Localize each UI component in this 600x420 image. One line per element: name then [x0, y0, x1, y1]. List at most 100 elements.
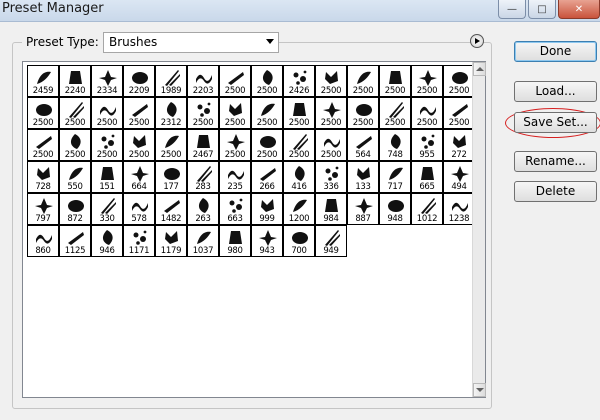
brush-preset-tile[interactable]: 728: [27, 161, 59, 193]
flyout-menu-icon[interactable]: [470, 34, 484, 48]
brush-preset-tile[interactable]: 564: [347, 129, 379, 161]
vertical-scrollbar[interactable]: [472, 62, 486, 397]
brush-preset-tile[interactable]: 2203: [187, 65, 219, 97]
close-button[interactable]: ✕: [558, 0, 600, 19]
brush-preset-tile[interactable]: 2500: [283, 129, 315, 161]
brush-preset-tile[interactable]: 887: [347, 193, 379, 225]
brush-preset-tile[interactable]: 2500: [443, 65, 475, 97]
brush-preset-tile[interactable]: 2500: [27, 97, 59, 129]
title-bar: Preset Manager — □ ✕: [0, 0, 600, 22]
brush-preset-tile[interactable]: 2500: [91, 97, 123, 129]
brush-preset-tile[interactable]: 949: [315, 225, 347, 257]
brush-preset-tile[interactable]: 2500: [251, 97, 283, 129]
done-button[interactable]: Done: [514, 41, 597, 62]
brush-preset-tile[interactable]: 2426: [283, 65, 315, 97]
brush-preset-tile[interactable]: 263: [187, 193, 219, 225]
minimize-button[interactable]: —: [498, 0, 526, 19]
preset-list[interactable]: 2459 2240 2334 2209 1989 2203 2500 2500 2426 2500…: [22, 61, 486, 398]
brush-preset-tile[interactable]: 943: [251, 225, 283, 257]
maximize-button[interactable]: □: [528, 0, 556, 19]
brush-preset-tile[interactable]: 151: [91, 161, 123, 193]
brush-preset-tile[interactable]: 2500: [123, 129, 155, 161]
brush-preset-tile[interactable]: 2500: [443, 97, 475, 129]
brush-preset-tile[interactable]: 2500: [315, 65, 347, 97]
brush-preset-tile[interactable]: 2500: [411, 65, 443, 97]
brush-preset-tile[interactable]: 416: [283, 161, 315, 193]
brush-preset-tile[interactable]: 2500: [27, 129, 59, 161]
brush-preset-tile[interactable]: 2500: [411, 97, 443, 129]
delete-button[interactable]: Delete: [514, 181, 597, 202]
load-button[interactable]: Load...: [514, 81, 597, 102]
brush-preset-tile[interactable]: 2500: [379, 65, 411, 97]
brush-preset-tile[interactable]: 2500: [59, 97, 91, 129]
brush-preset-tile[interactable]: 2500: [219, 97, 251, 129]
brush-preset-tile[interactable]: 2500: [315, 97, 347, 129]
brush-preset-tile[interactable]: 1200: [283, 193, 315, 225]
brush-size-label: 2500: [256, 118, 278, 128]
preset-type-select[interactable]: Brushes: [103, 32, 279, 53]
brush-preset-tile[interactable]: 2467: [187, 129, 219, 161]
brush-preset-tile[interactable]: 663: [219, 193, 251, 225]
scroll-up-icon[interactable]: [473, 62, 486, 76]
brush-preset-tile[interactable]: 1238: [443, 193, 475, 225]
brush-preset-tile[interactable]: 2500: [347, 65, 379, 97]
brush-preset-tile[interactable]: 578: [123, 193, 155, 225]
brush-preset-tile[interactable]: 984: [315, 193, 347, 225]
brush-preset-tile[interactable]: 1179: [155, 225, 187, 257]
brush-preset-tile[interactable]: 550: [59, 161, 91, 193]
brush-preset-tile[interactable]: 665: [411, 161, 443, 193]
brush-preset-tile[interactable]: 2500: [59, 129, 91, 161]
brush-preset-tile[interactable]: 2500: [315, 129, 347, 161]
brush-preset-tile[interactable]: 2500: [379, 97, 411, 129]
brush-preset-tile[interactable]: 2500: [91, 129, 123, 161]
brush-size-label: 665: [419, 182, 435, 192]
brush-preset-tile[interactable]: 980: [219, 225, 251, 257]
brush-preset-tile[interactable]: 283: [187, 161, 219, 193]
brush-preset-tile[interactable]: 1012: [411, 193, 443, 225]
brush-preset-tile[interactable]: 1171: [123, 225, 155, 257]
brush-preset-tile[interactable]: 797: [27, 193, 59, 225]
brush-preset-tile[interactable]: 2500: [251, 129, 283, 161]
brush-tip-icon: [325, 71, 338, 84]
brush-preset-tile[interactable]: 2459: [27, 65, 59, 97]
brush-preset-tile[interactable]: 235: [219, 161, 251, 193]
brush-preset-tile[interactable]: 2334: [91, 65, 123, 97]
brush-preset-tile[interactable]: 2500: [187, 97, 219, 129]
brush-preset-tile[interactable]: 664: [123, 161, 155, 193]
brush-preset-tile[interactable]: 2500: [219, 129, 251, 161]
brush-tip-icon: [101, 167, 114, 180]
save-set-button[interactable]: Save Set...: [514, 112, 597, 133]
brush-preset-tile[interactable]: 700: [283, 225, 315, 257]
brush-preset-tile[interactable]: 2500: [155, 129, 187, 161]
brush-preset-tile[interactable]: 860: [27, 225, 59, 257]
brush-preset-tile[interactable]: 330: [91, 193, 123, 225]
brush-preset-tile[interactable]: 2500: [251, 65, 283, 97]
brush-preset-tile[interactable]: 717: [379, 161, 411, 193]
brush-preset-tile[interactable]: 2209: [123, 65, 155, 97]
brush-preset-tile[interactable]: 2240: [59, 65, 91, 97]
brush-preset-tile[interactable]: 946: [91, 225, 123, 257]
brush-preset-tile[interactable]: 948: [379, 193, 411, 225]
brush-preset-tile[interactable]: 2500: [347, 97, 379, 129]
rename-button[interactable]: Rename...: [514, 151, 597, 172]
brush-preset-tile[interactable]: 272: [443, 129, 475, 161]
brush-preset-tile[interactable]: 494: [443, 161, 475, 193]
brush-preset-tile[interactable]: 999: [251, 193, 283, 225]
brush-preset-tile[interactable]: 748: [379, 129, 411, 161]
brush-preset-tile[interactable]: 266: [251, 161, 283, 193]
brush-preset-tile[interactable]: 336: [315, 161, 347, 193]
brush-preset-tile[interactable]: 2500: [123, 97, 155, 129]
scroll-down-icon[interactable]: [473, 383, 486, 397]
brush-preset-tile[interactable]: 872: [59, 193, 91, 225]
brush-preset-tile[interactable]: 1037: [187, 225, 219, 257]
brush-preset-tile[interactable]: 133: [347, 161, 379, 193]
brush-preset-tile[interactable]: 1482: [155, 193, 187, 225]
brush-preset-tile[interactable]: 2500: [283, 97, 315, 129]
brush-size-label: 133: [355, 182, 371, 192]
brush-preset-tile[interactable]: 955: [411, 129, 443, 161]
brush-preset-tile[interactable]: 1989: [155, 65, 187, 97]
brush-preset-tile[interactable]: 2312: [155, 97, 187, 129]
brush-preset-tile[interactable]: 1125: [59, 225, 91, 257]
brush-preset-tile[interactable]: 177: [155, 161, 187, 193]
brush-preset-tile[interactable]: 2500: [219, 65, 251, 97]
